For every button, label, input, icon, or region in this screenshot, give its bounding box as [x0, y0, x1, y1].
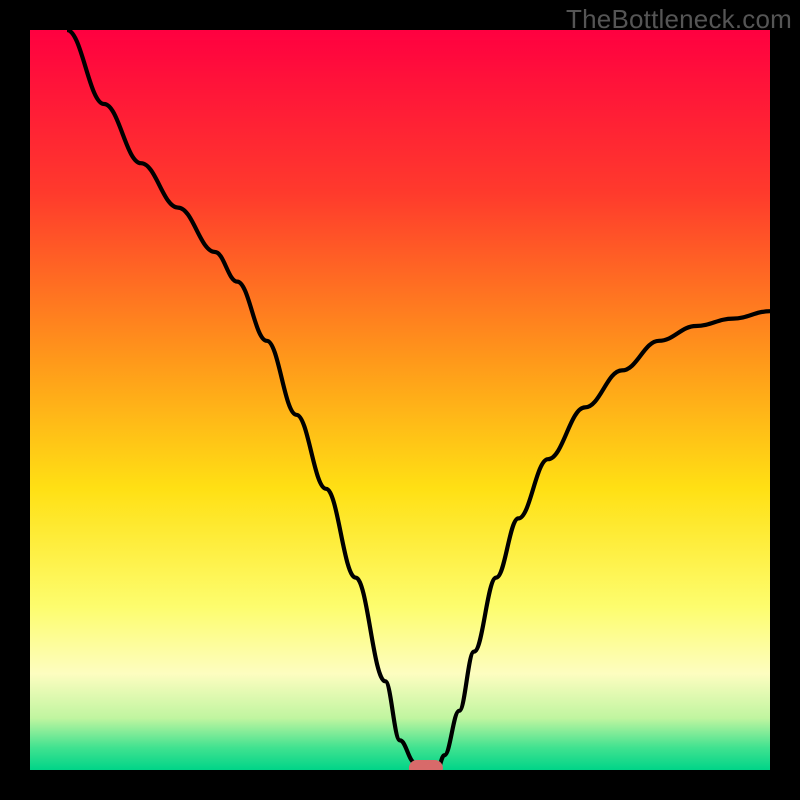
chart-background: [30, 30, 770, 770]
watermark-text: TheBottleneck.com: [566, 4, 792, 35]
optimum-marker: [409, 760, 443, 770]
chart-frame: TheBottleneck.com: [0, 0, 800, 800]
chart-plot: [30, 30, 770, 770]
